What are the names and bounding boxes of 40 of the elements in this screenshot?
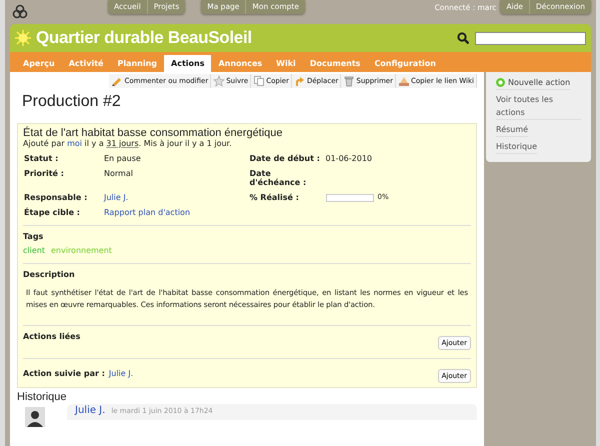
page-title: Production #2 <box>22 93 122 112</box>
project-title: Quartier durable BeauSoleil <box>36 28 252 48</box>
attribute-label: % Réalisé : <box>250 193 300 202</box>
attribute-link[interactable]: Julie J. <box>104 193 128 202</box>
attribute-link[interactable]: Rapport plan d'action <box>104 208 190 217</box>
attribute-value: En pause <box>104 154 141 163</box>
sidebar-link[interactable]: Historique <box>496 140 538 154</box>
author-link[interactable]: moi <box>67 139 82 148</box>
attribute-label: Date d'échéance : <box>250 169 308 187</box>
attribute-label: Statut : <box>24 154 60 163</box>
attribute-label: Priorité : <box>24 169 65 180</box>
trash-icon <box>343 75 356 87</box>
section-title: Tags <box>23 232 44 241</box>
author-line: Ajouté par moi il y a 31 jours. Mis à jour il y a 1 jour. <box>23 139 233 148</box>
search-icon <box>457 32 469 44</box>
section-title: Actions liées <box>23 332 80 341</box>
date-link[interactable]: 31 jours <box>106 139 139 148</box>
history-title: Historique <box>17 391 68 403</box>
attribute-label: Date de début : <box>250 154 321 163</box>
arrow-icon <box>294 75 306 87</box>
pencil-icon <box>111 75 124 87</box>
attribute-value: 01-06-2010 <box>326 154 372 163</box>
sidebar-link[interactable]: Résumé <box>496 123 528 137</box>
section-title: Description <box>23 270 76 279</box>
attribute-label: Responsable : <box>24 193 88 202</box>
sun-icon <box>15 30 31 46</box>
sidebar-link[interactable]: Nouvelle action <box>496 76 570 90</box>
watcher-link[interactable]: Julie J. <box>108 369 134 378</box>
issue-subject: État de l'art habitat basse consommation énergétique <box>23 127 284 139</box>
section-title: Action suivie par : <box>23 369 105 378</box>
attribute-label: Étape cible : <box>24 208 81 217</box>
menu-tab[interactable]: Actions <box>164 55 212 72</box>
plus-circle-icon <box>496 78 505 87</box>
sidebar-link[interactable]: Voir toutes les actions <box>496 93 581 120</box>
avatar-icon <box>25 407 45 427</box>
copy-icon <box>253 75 266 87</box>
journal-author[interactable]: Julie J. <box>75 405 106 416</box>
star-icon <box>213 75 226 87</box>
attribute-value: Normal <box>104 169 133 178</box>
search-field[interactable] <box>475 32 586 44</box>
